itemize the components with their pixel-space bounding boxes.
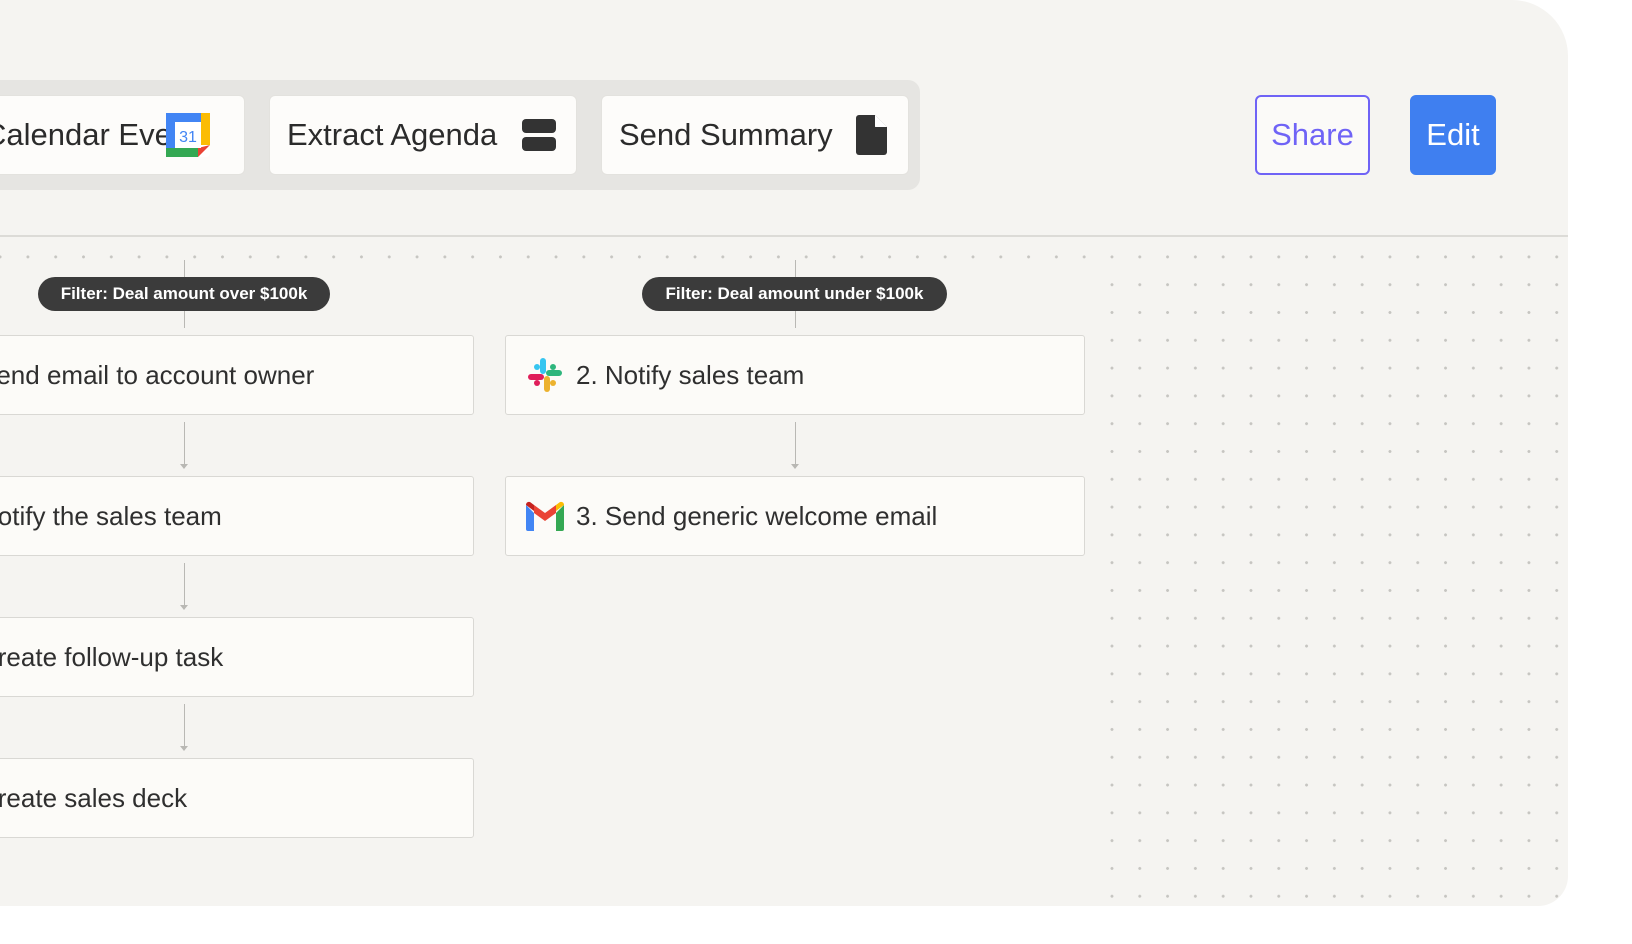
svg-text:31: 31 (179, 129, 197, 146)
connector-arrow (180, 746, 188, 751)
node-label: Send email to account owner (0, 359, 315, 390)
connector-line (184, 563, 185, 609)
node-create-follow-up-task[interactable]: Create follow-up task (0, 617, 474, 697)
slack-icon (526, 356, 564, 394)
node-send-generic-welcome-email[interactable]: 3. Send generic welcome email (505, 476, 1085, 556)
database-icon (522, 118, 556, 152)
workflow-editor-window: Calendar Event 31 Extract Agenda Send Su… (0, 0, 1568, 906)
google-calendar-icon: 31 (166, 113, 210, 157)
node-label: 2. Notify sales team (576, 359, 805, 390)
gmail-icon (526, 497, 564, 535)
node-notify-sales-team[interactable]: 2. Notify sales team (505, 335, 1085, 415)
step-label: Send Summary (619, 117, 833, 152)
node-create-sales-deck[interactable]: Create sales deck (0, 758, 474, 838)
connector-arrow (791, 464, 799, 469)
file-icon (856, 115, 888, 155)
step-extract-agenda[interactable]: Extract Agenda (269, 95, 577, 175)
connector-arrow (180, 605, 188, 610)
node-label: 3. Send generic welcome email (576, 500, 938, 531)
step-send-summary[interactable]: Send Summary (601, 95, 909, 175)
connector-line (184, 422, 185, 468)
connector-line (795, 422, 796, 468)
node-label: Create follow-up task (0, 641, 224, 672)
filter-badge-over-100k[interactable]: Filter: Deal amount over $100k (38, 277, 330, 311)
node-label: Create sales deck (0, 782, 188, 813)
edit-button[interactable]: Edit (1410, 95, 1496, 175)
step-label: Extract Agenda (287, 117, 498, 152)
node-label: Notify the sales team (0, 500, 222, 531)
filter-badge-under-100k[interactable]: Filter: Deal amount under $100k (642, 277, 947, 311)
share-button[interactable]: Share (1255, 95, 1370, 175)
connector-arrow (180, 464, 188, 469)
connector-line (184, 704, 185, 750)
step-calendar-event[interactable]: Calendar Event 31 (0, 95, 245, 175)
node-send-email-account-owner[interactable]: Send email to account owner (0, 335, 474, 415)
node-notify-the-sales-team[interactable]: Notify the sales team (0, 476, 474, 556)
